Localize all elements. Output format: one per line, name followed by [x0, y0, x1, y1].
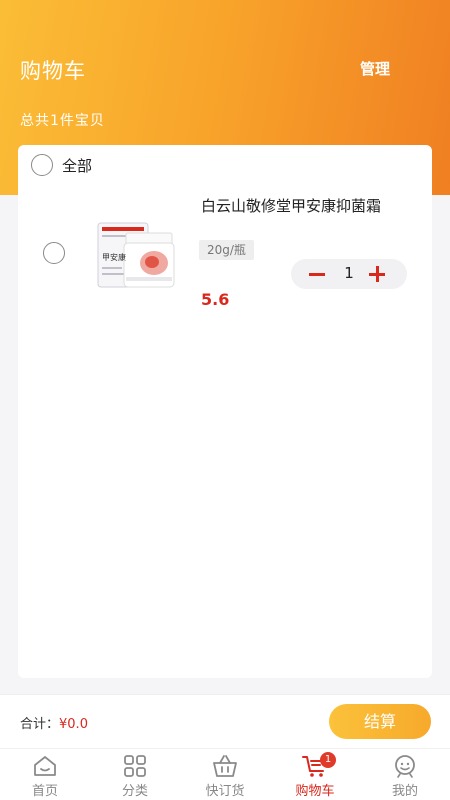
- tab-profile[interactable]: 我的: [360, 749, 450, 800]
- item-count-text: 总共1件宝贝: [20, 113, 105, 129]
- product-spec-badge: 20g/瓶: [199, 240, 254, 260]
- tab-quick-order[interactable]: 快订货: [180, 749, 270, 800]
- total-label: 合计：¥0.0: [20, 713, 88, 732]
- tab-category-label: 分类: [121, 784, 148, 799]
- profile-icon: [395, 755, 415, 778]
- home-icon: [34, 756, 56, 776]
- checkout-bar: 合计：¥0.0 结算: [0, 694, 450, 748]
- product-image-text: 甲安康: [102, 252, 126, 262]
- tab-quick-order-label: 快订货: [205, 784, 245, 799]
- tab-home-label: 首页: [31, 784, 58, 799]
- product-name[interactable]: 白云山敬修堂甲安康抑菌霜: [201, 195, 411, 217]
- page-title: 购物车: [20, 59, 86, 83]
- cart-badge: 1: [320, 752, 336, 768]
- select-all-label: 全部: [62, 157, 93, 175]
- tab-cart[interactable]: 1 购物车: [270, 749, 360, 800]
- manage-button[interactable]: 管理: [360, 58, 390, 79]
- minus-icon[interactable]: [309, 273, 325, 276]
- quantity-value: 1: [344, 264, 354, 282]
- total-value: ¥0.0: [59, 717, 88, 732]
- tab-profile-label: 我的: [391, 784, 418, 799]
- total-label-text: 合计：: [20, 717, 60, 732]
- tab-cart-label: 购物车: [295, 784, 335, 799]
- select-all-radio[interactable]: [31, 154, 53, 176]
- basket-icon: [213, 755, 237, 777]
- plus-icon[interactable]: [369, 266, 385, 282]
- tab-category[interactable]: 分类: [90, 749, 180, 800]
- ointment-jar-product-image[interactable]: 甲安康: [90, 215, 180, 295]
- grid-icon: [124, 755, 146, 777]
- checkout-button[interactable]: 结算: [329, 704, 431, 739]
- item-select-radio[interactable]: [43, 242, 65, 264]
- bottom-tab-bar: 首页 分类 快订货 1 购物车 我的: [0, 748, 450, 800]
- tab-home[interactable]: 首页: [0, 749, 90, 800]
- quantity-stepper: 1: [291, 259, 407, 289]
- product-price: 5.6: [201, 290, 230, 309]
- cart-card: 全部 甲安康 白云山敬修堂甲安康抑菌霜 20g/瓶 1 5.6: [18, 145, 432, 678]
